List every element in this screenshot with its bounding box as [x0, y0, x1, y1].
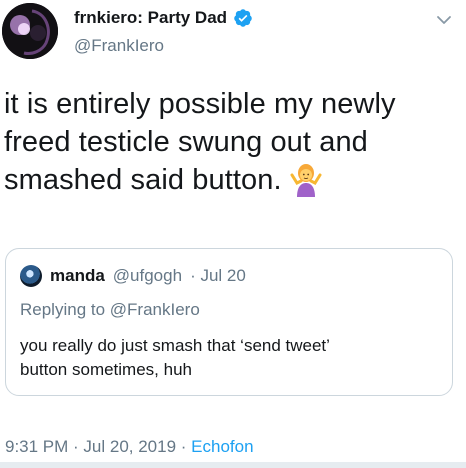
tweet-text-line: smashed said button.: [4, 164, 282, 196]
quoted-tweet-card[interactable]: manda @ufgogh · Jul 20 Replying to @Fran…: [5, 248, 453, 396]
author-name-row: frnkiero: Party Dad: [74, 8, 253, 28]
bottom-divider: [0, 462, 466, 468]
author-handle[interactable]: @FrankIero: [74, 36, 164, 56]
metadata-separator: ·: [176, 437, 192, 456]
verified-badge-icon: [234, 9, 252, 27]
quoted-author-handle: @ufgogh: [112, 266, 183, 285]
author-avatar-image: [2, 3, 58, 59]
quoted-tweet-header: manda @ufgogh · Jul 20: [20, 265, 246, 287]
tweet-text: it is entirely possible my newly freed t…: [4, 85, 459, 199]
quoted-tweet-date: · Jul 20: [190, 266, 246, 285]
tweet-text-line-with-emoji: smashed said button.: [4, 161, 459, 199]
chevron-down-icon[interactable]: [436, 12, 452, 28]
quoted-author-name: manda: [50, 266, 105, 285]
quoted-author-avatar: [20, 265, 42, 287]
quoted-tweet-text: you really do just smash that ‘send twee…: [20, 334, 430, 382]
tweet-text-line: it is entirely possible my newly: [4, 88, 396, 120]
quoted-tweet-text-line: button sometimes, huh: [20, 360, 192, 379]
author-display-name[interactable]: frnkiero: Party Dad: [74, 8, 227, 28]
replying-to-label: Replying to @FrankIero: [20, 300, 200, 319]
person-shrugging-emoji-icon: [290, 164, 322, 197]
tweet-metadata: 9:31 PM · Jul 20, 2019 · Echofon: [5, 437, 254, 457]
quoted-tweet-text-line: you really do just smash that ‘send twee…: [20, 336, 330, 355]
tweet-text-line: freed testicle swung out and: [4, 126, 368, 158]
tweet-timestamp[interactable]: 9:31 PM · Jul 20, 2019: [5, 437, 176, 456]
tweet-source-link[interactable]: Echofon: [191, 437, 253, 456]
author-avatar[interactable]: [2, 3, 58, 59]
